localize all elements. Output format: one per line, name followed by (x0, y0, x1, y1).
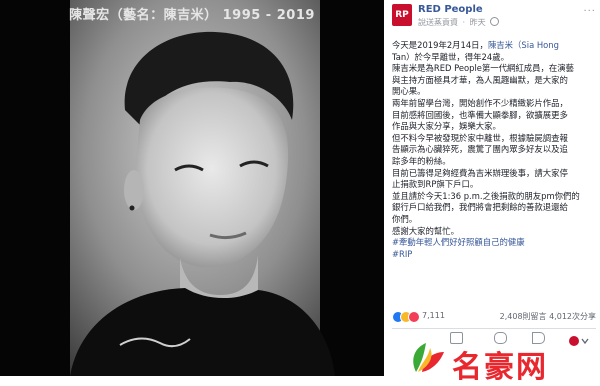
post-line: 目前已籌得足夠經費為吉米辦理後事，請大家停 (392, 167, 568, 178)
leaf-logo-icon (413, 343, 444, 372)
post-line: 陳吉米是為RED People第一代網紅成員，在演藝 (392, 63, 575, 74)
hashtag-link[interactable]: #RIP (392, 249, 596, 261)
shares-count[interactable]: 4,012次分享 (549, 312, 596, 321)
post-meta: 說送蒸貢資 · 昨天 (418, 17, 500, 28)
photo-caption: 陳聲宏（藝名：陳吉米） 1995 - 2019 (69, 8, 315, 23)
globe-icon (490, 17, 500, 26)
meta-separator: · (462, 18, 466, 27)
post-line: 感謝大家的幫忙。 (392, 225, 459, 236)
page-subtitle: 說送蒸貢資 (418, 18, 458, 27)
page-logo[interactable]: RP (392, 4, 412, 26)
reactions-bar: 7,111 2,408則留言 4,012次分享 (392, 310, 596, 324)
divider (392, 328, 596, 329)
post-line: 告顯示為心臟猝死，震驚了團內眾多好友以及追 (392, 144, 568, 155)
post-body: 今天是2019年2月14日，陳吉米（Sia Hong Tan）於今早離世，得年2… (392, 40, 596, 260)
post-line: 並且請於今天1:36 p.m.之後捐款的朋友pm你們的 (392, 190, 580, 201)
post-line: 開心果。 (392, 86, 426, 97)
post-line: 兩年前留學台灣，開始創作不少精緻影片作品， (392, 97, 568, 108)
memorial-photo[interactable]: 陳聲宏（藝名：陳吉米） 1995 - 2019 (0, 0, 384, 376)
post-line: 今天是2019年2月14日，陳吉米（Sia Hong (392, 40, 559, 50)
hashtag-link[interactable]: #牽動年輕人們好好照顧自己的健康 (392, 237, 596, 249)
watermark-text: 名豪网 (452, 350, 548, 385)
post-line: 你們。 (392, 213, 418, 224)
post-line: 踪多年的粉絲。 (392, 155, 451, 166)
post-line: 止捐款到RP旗下戶口。 (392, 179, 479, 190)
site-watermark: 名豪网 (408, 340, 588, 385)
post-line: 但不料今早被發現於家中離世，根據驗屍調查報 (392, 132, 568, 143)
reaction-count[interactable]: 7,111 (422, 311, 445, 320)
portrait-image (0, 0, 384, 376)
reaction-icons[interactable] (392, 311, 420, 323)
post-time[interactable]: 昨天 (470, 18, 486, 27)
post-line: 作品與大家分享，娛樂大家。 (392, 121, 501, 132)
comments-count[interactable]: 2,408則留言 (500, 312, 547, 321)
page-name-link[interactable]: RED People (418, 4, 483, 15)
post-line: 目前感將回國後，也準備大顯拳腳，欲擴展更多 (392, 109, 568, 120)
post-header: RP RED People 說送蒸貢資 · 昨天 ··· (392, 4, 596, 30)
post-line: 與主持方面極具才華，為人風趣幽默，是大家的 (392, 74, 568, 85)
person-name-link[interactable]: 陳吉米（Sia Hong (488, 40, 559, 50)
love-reaction-icon (408, 311, 420, 323)
more-options-icon[interactable]: ··· (583, 6, 596, 17)
comments-shares-count[interactable]: 2,408則留言 4,012次分享 (500, 311, 596, 322)
facebook-post: RP RED People 說送蒸貢資 · 昨天 ··· 今天是2019年2月1… (384, 0, 600, 376)
post-line: 銀行戶口給我們，我們將會把剩餘的善款退還給 (392, 202, 568, 213)
post-line: Tan）於今早離世，得年24歲。 (392, 51, 509, 62)
